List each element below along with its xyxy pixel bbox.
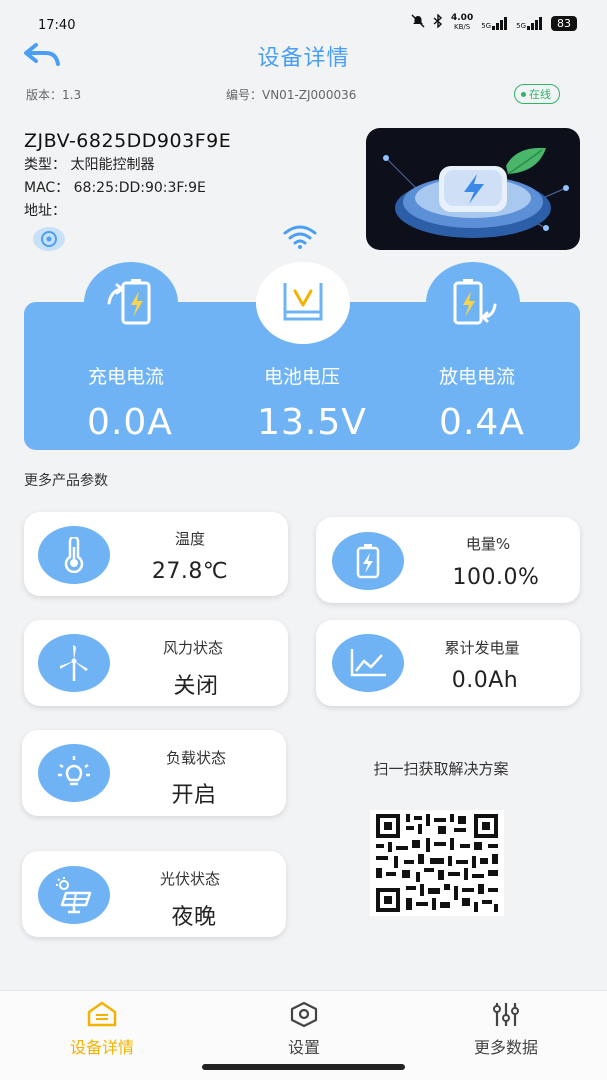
- more-params-title: 更多产品参数: [24, 473, 108, 489]
- location-button[interactable]: [32, 226, 66, 252]
- signal-icon: 5G: [481, 16, 508, 30]
- generation-label: 累计发电量: [444, 639, 520, 657]
- pv-status-value: 夜晚: [171, 905, 217, 930]
- device-name: ZJBV-6825DD903F9E: [24, 130, 232, 152]
- battery-voltage-badge: [256, 262, 350, 344]
- device-image: [366, 128, 580, 250]
- discharge-current-value: 0.4A: [439, 402, 525, 443]
- charge-current-label: 充电电流: [87, 366, 164, 388]
- tab-settings[interactable]: 设置: [244, 1000, 364, 1058]
- charge-level-icon-badge: [332, 532, 404, 590]
- bluetooth-icon: [433, 13, 443, 32]
- tab-settings-label: 设置: [287, 1038, 320, 1057]
- charge-current-value: 0.0A: [87, 402, 173, 443]
- tab-more-data-label: 更多数据: [473, 1038, 538, 1057]
- solar-panel-icon: [56, 877, 92, 914]
- device-address: 地址：: [24, 203, 66, 219]
- charge-level-label: 电量%: [465, 535, 511, 553]
- page-title: 设备详情: [257, 46, 350, 71]
- online-dot-icon: [521, 91, 526, 97]
- status-badge-label: 在线: [529, 88, 551, 101]
- light-bulb-icon: [58, 756, 90, 786]
- load-status-label: 负载状态: [165, 749, 226, 767]
- wind-status-label: 风力状态: [162, 639, 223, 657]
- sliders-icon: [493, 1003, 519, 1026]
- status-time: 17:40: [38, 18, 76, 33]
- thermometer-icon: [64, 537, 84, 573]
- mute-icon: [411, 14, 425, 32]
- battery-voltage-value: 13.5V: [257, 402, 367, 443]
- device-mac: MAC： 68:25:DD:90:3F:9E: [24, 180, 206, 196]
- status-icons: 4.00 KB/S 5G 5G 83: [411, 13, 577, 32]
- load-status-value: 开启: [171, 783, 217, 808]
- battery-voltage-icon: [283, 283, 323, 321]
- temperature-label: 温度: [174, 530, 205, 548]
- version-label: 版本：1.3: [26, 88, 82, 102]
- device-home-icon: [87, 1001, 117, 1027]
- wind-turbine-icon: [60, 645, 88, 681]
- status-badge: 在线: [514, 84, 560, 104]
- wifi-icon: [282, 224, 318, 250]
- tab-more-data[interactable]: 更多数据: [446, 1000, 566, 1058]
- discharge-current-badge: [426, 262, 520, 344]
- pv-icon-badge: [38, 866, 110, 924]
- load-icon-badge: [38, 744, 110, 802]
- pv-status-label: 光伏状态: [159, 870, 220, 888]
- battery-charging-icon: [107, 279, 151, 325]
- location-target-icon: [33, 227, 65, 251]
- line-chart-icon: [350, 649, 386, 677]
- tab-device-details[interactable]: 设备详情: [42, 1000, 162, 1058]
- battery-voltage-label: 电池电压: [263, 366, 340, 388]
- qr-caption: 扫一扫获取解决方案: [373, 760, 509, 778]
- qr-code-image[interactable]: [370, 810, 504, 916]
- battery-indicator: 83: [551, 15, 577, 31]
- temperature-icon-badge: [38, 526, 110, 584]
- generation-icon-badge: [332, 634, 404, 692]
- discharge-current-label: 放电电流: [438, 366, 515, 388]
- generation-value: 0.0Ah: [451, 668, 519, 693]
- network-speed: 4.00 KB/S: [451, 13, 474, 32]
- temperature-value: 27.8℃: [151, 559, 229, 584]
- battery-discharge-icon: [453, 279, 497, 325]
- tab-device-details-label: 设备详情: [69, 1038, 134, 1057]
- battery-level-icon: [356, 544, 380, 579]
- charge-level-value: 100.0%: [452, 565, 540, 590]
- settings-box-icon: [290, 1001, 318, 1028]
- signal-icon-2: 5G: [516, 16, 543, 30]
- charge-current-badge: [84, 262, 178, 344]
- home-indicator[interactable]: [202, 1064, 405, 1070]
- serial-number: 编号：VN01-ZJ000036: [226, 88, 357, 102]
- device-type: 类型： 太阳能控制器: [24, 157, 155, 173]
- wind-icon-badge: [38, 634, 110, 692]
- wind-status-value: 关闭: [173, 674, 219, 699]
